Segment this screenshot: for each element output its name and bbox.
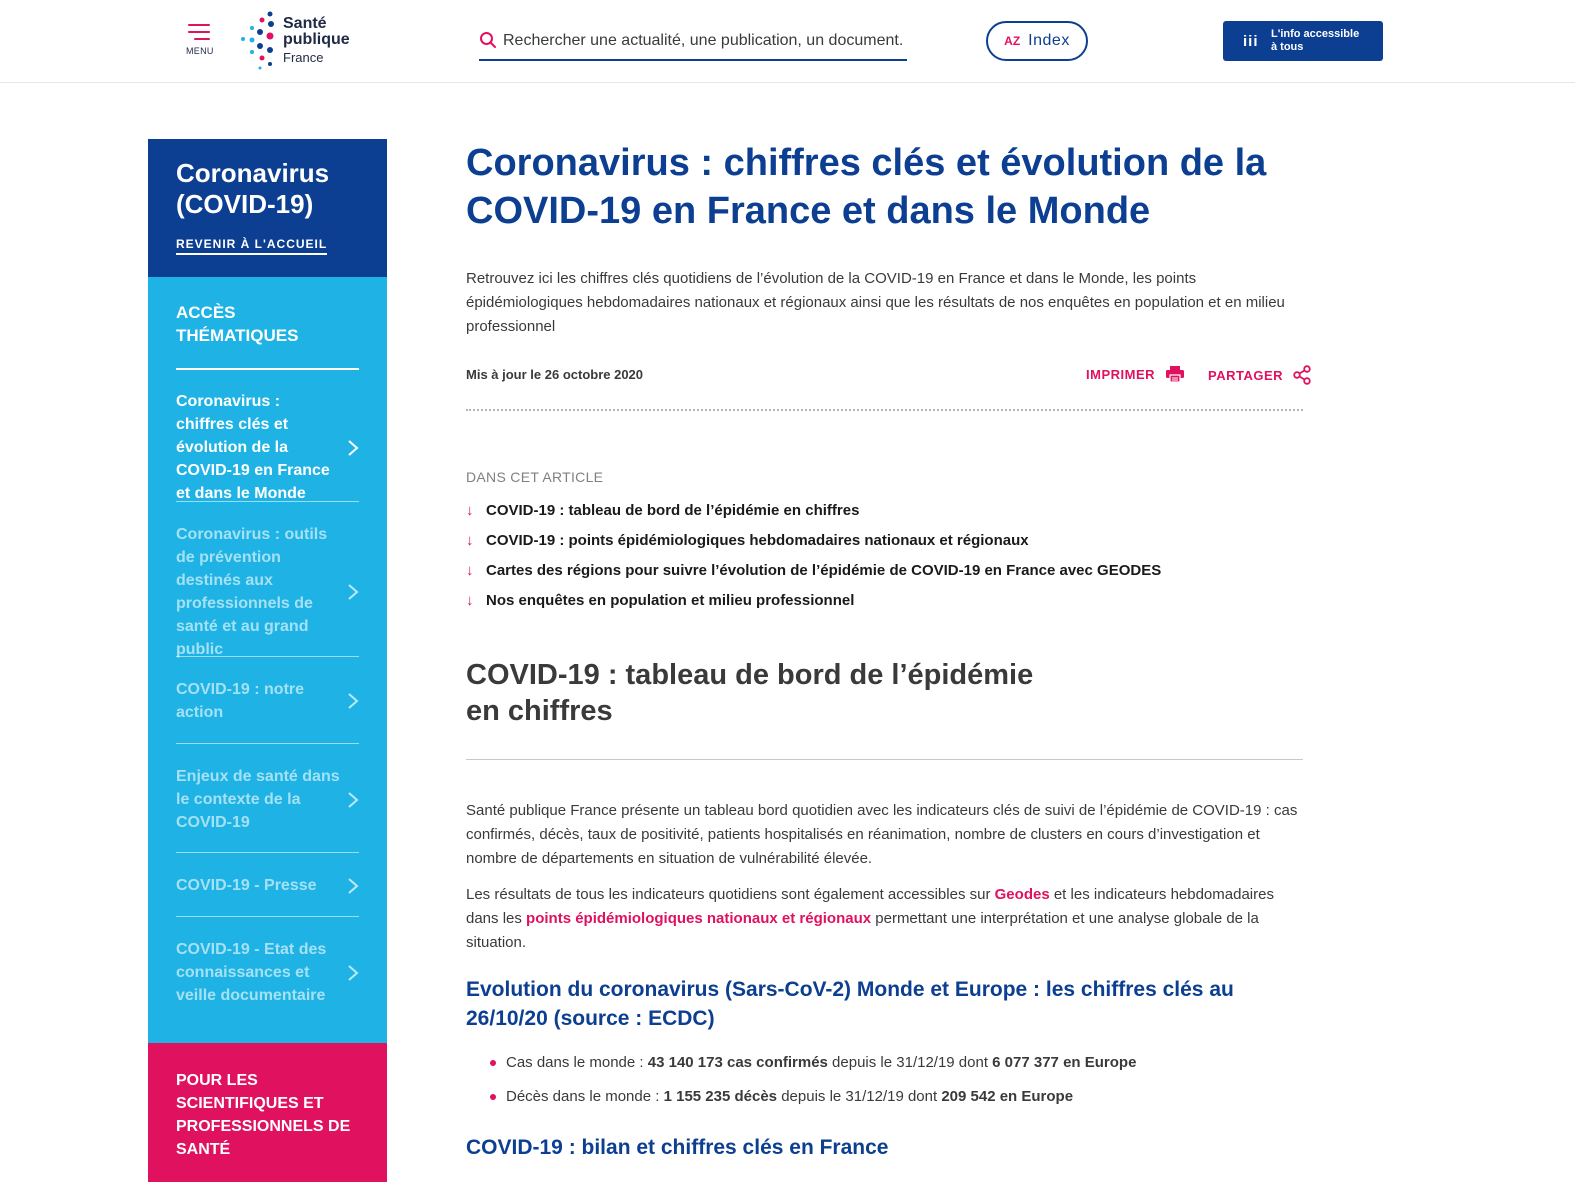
update-date: Mis à jour le 26 octobre 2020 (466, 367, 644, 382)
logo-line-1: Santé (283, 15, 327, 32)
toc-item-label: COVID-19 : tableau de bord de l’épidémie… (486, 501, 860, 519)
sidebar-nav: ACCÈS THÉMATIQUES Coronavirus : chiffres… (148, 277, 387, 1043)
list-item-text: depuis le 31/12/19 dont (777, 1088, 942, 1105)
menu-button[interactable]: MENU (186, 24, 216, 58)
professionals-link-label: POUR LES SCIENTIFIQUES ET PROFESSIONNELS… (176, 1072, 351, 1158)
search-bar (479, 24, 907, 61)
divider (176, 852, 359, 853)
logo-line-3: France (283, 50, 324, 65)
divider (176, 368, 359, 370)
divider (176, 743, 359, 744)
list-item-value: 43 140 173 cas confirmés (647, 1054, 828, 1071)
logo-line-2: publique (283, 31, 350, 48)
toc-item[interactable]: ↓ Cartes des régions pour suivre l’évolut… (466, 555, 1303, 585)
chevron-right-icon (348, 964, 359, 981)
sidebar-item-label: COVID-19 : notre action (176, 681, 305, 721)
sidebar-item-notre-action[interactable]: COVID-19 : notre action (176, 678, 359, 724)
sidebar-item-label: COVID-19 - Presse (176, 877, 317, 894)
accessibility-icon: iii (1243, 33, 1259, 50)
chevron-right-icon (348, 877, 359, 894)
section-heading-line-1: COVID-19 : tableau de bord de l’épidémie (466, 659, 1034, 691)
subheading: COVID-19 : bilan et chiffres clés en Fra… (466, 1136, 889, 1159)
list-item-value: 1 155 235 décès (663, 1088, 778, 1105)
list-item: Cas dans le monde : 43 140 173 cas confi… (490, 1053, 1290, 1073)
sidebar-item-label: Coronavirus : outils de prévention desti… (176, 526, 328, 658)
article-intro: Retrouvez ici les chiffres clés quotidie… (466, 270, 1285, 335)
site-header: MENU Santé publique France Rechercher un… (0, 0, 1575, 83)
toc-item[interactable]: ↓ Nos enquêtes en population et milieu pr… (466, 585, 1303, 615)
arrow-down-icon: ↓ (466, 591, 474, 609)
list-item-text: Cas dans le monde : (506, 1054, 648, 1071)
divider (466, 409, 1303, 411)
arrow-down-icon: ↓ (466, 561, 474, 579)
divider (466, 759, 1303, 760)
paragraph-text: Les résultats de tous les indicateurs qu… (466, 886, 995, 903)
hamburger-icon (188, 24, 210, 26)
index-button[interactable]: AZ Index (986, 21, 1088, 61)
page-title: Coronavirus : chiffres clés et évolution… (466, 142, 1267, 232)
sidebar-item-chiffres-cles[interactable]: Coronavirus : chiffres clés et évolution… (176, 390, 359, 505)
sidebar-item-outils-prevention[interactable]: Coronavirus : outils de prévention desti… (176, 523, 359, 661)
geodes-link[interactable]: Geodes (995, 886, 1050, 903)
az-icon: AZ (1004, 34, 1021, 48)
arrow-down-icon: ↓ (466, 531, 474, 549)
site-logo[interactable]: Santé publique France (238, 10, 358, 72)
toc-item-label: COVID-19 : points épidémiologiques hebdo… (486, 531, 1029, 549)
search-input[interactable] (503, 28, 903, 54)
table-of-contents: ↓ COVID-19 : tableau de bord de l’épidémi… (466, 495, 1303, 615)
sidebar-item-label: Coronavirus : chiffres clés et évolution… (176, 393, 330, 502)
printer-icon (1166, 366, 1184, 383)
chevron-right-icon (348, 584, 359, 600)
subheading: Evolution du coronavirus (Sars-CoV-2) Mo… (466, 978, 1234, 1030)
chevron-right-icon (348, 791, 359, 808)
chevron-right-icon (348, 693, 359, 709)
search-icon[interactable] (479, 31, 497, 49)
menu-label: MENU (186, 46, 214, 56)
divider (176, 501, 359, 502)
list-item: Décès dans le monde : 1 155 235 décès de… (490, 1087, 1290, 1107)
share-label: PARTAGER (1208, 367, 1284, 383)
section-heading-line-2: en chiffres (466, 695, 613, 727)
paragraph: Les résultats de tous les indicateurs qu… (466, 883, 1303, 955)
print-label: IMPRIMER (1086, 366, 1155, 382)
bullet-icon (490, 1060, 496, 1066)
chevron-right-icon (348, 439, 359, 456)
list-item-text: depuis le 31/12/19 dont (827, 1054, 993, 1071)
arrow-down-icon: ↓ (466, 501, 474, 519)
sidebar-section-label: ACCÈS THÉMATIQUES (176, 303, 299, 345)
toc-item[interactable]: ↓ COVID-19 : tableau de bord de l’épidémi… (466, 495, 1303, 525)
key-figures-list: Cas dans le monde : 43 140 173 cas confi… (490, 1053, 1290, 1121)
accessibility-label-line-2: à tous (1271, 41, 1304, 53)
sidebar-item-etat-connaissances[interactable]: COVID-19 - Etat des connaissances et vei… (176, 938, 359, 1007)
toc-item[interactable]: ↓ COVID-19 : points épidémiologiques hebd… (466, 525, 1303, 555)
sidebar-item-label: COVID-19 - Etat des connaissances et vei… (176, 941, 327, 1004)
sidebar: Coronavirus (COVID-19) REVENIR À L'ACCUE… (148, 139, 387, 1182)
accessibility-button[interactable]: iii L'info accessible à tous (1223, 21, 1383, 61)
share-icon (1293, 365, 1311, 385)
divider (176, 916, 359, 917)
professionals-link[interactable]: POUR LES SCIENTIFIQUES ET PROFESSIONNELS… (148, 1043, 387, 1182)
list-item-text: Décès dans le monde : (506, 1088, 664, 1105)
bullet-icon (490, 1094, 496, 1100)
index-label: Index (1028, 32, 1070, 49)
points-epidemiologiques-link[interactable]: points épidémiologiques nationaux et rég… (526, 910, 871, 927)
print-button[interactable]: IMPRIMER (1086, 365, 1185, 383)
accessibility-label-line-1: L'info accessible (1271, 28, 1360, 40)
toc-item-label: Cartes des régions pour suivre l’évoluti… (486, 561, 1162, 579)
list-item-value: 6 077 377 en Europe (992, 1054, 1137, 1071)
sidebar-item-enjeux-sante[interactable]: Enjeux de santé dans le contexte de la C… (176, 765, 359, 834)
toc-label: DANS CET ARTICLE (466, 469, 604, 485)
logo-dots-icon (241, 11, 274, 70)
sidebar-item-label: Enjeux de santé dans le contexte de la C… (176, 768, 340, 831)
divider (176, 656, 359, 657)
sidebar-header: Coronavirus (COVID-19) REVENIR À L'ACCUE… (148, 139, 387, 277)
toc-item-label: Nos enquêtes en population et milieu pro… (486, 591, 855, 609)
section-heading: COVID-19 : tableau de bord de l’épidémie… (466, 657, 1066, 729)
list-item-value: 209 542 en Europe (941, 1088, 1074, 1105)
share-button[interactable]: PARTAGER (1208, 365, 1311, 385)
sidebar-item-presse[interactable]: COVID-19 - Presse (176, 874, 359, 897)
paragraph: Santé publique France présente un tablea… (466, 802, 1298, 867)
back-home-link[interactable]: REVENIR À L'ACCUEIL (176, 237, 328, 255)
sidebar-title: Coronavirus (COVID-19) (176, 158, 330, 219)
